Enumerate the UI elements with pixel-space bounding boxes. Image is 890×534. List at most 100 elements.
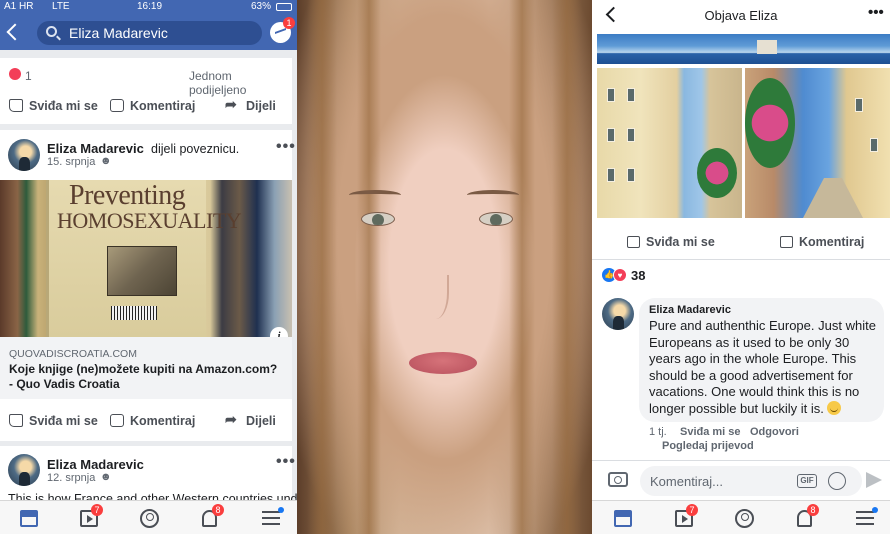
status-bar: A1 HR LTE 16:19 63%: [0, 0, 297, 14]
right-eyebrow: [467, 190, 519, 200]
post-date[interactable]: 15. srpnja: [47, 156, 95, 168]
info-icon[interactable]: i: [270, 327, 288, 337]
book-title-line-2: Homosexuality: [57, 208, 242, 233]
post-header: Objava Eliza •••: [592, 0, 890, 30]
hair-shading: [552, 0, 582, 534]
comment-icon: [780, 236, 793, 248]
avatar[interactable]: [8, 139, 40, 171]
smiley-emoji-icon: [827, 400, 842, 415]
comment-age: 1 tj.: [649, 426, 667, 438]
battery-icon: [276, 3, 292, 11]
text-post: Eliza Madarevic 12. srpnja ☻ ••• This is…: [0, 446, 297, 506]
menu-notification-dot: [872, 507, 878, 513]
search-query: Eliza Madarevic: [69, 25, 168, 41]
book-cover-illustration: [107, 246, 177, 296]
battery-level: 63%: [251, 1, 272, 12]
like-button[interactable]: Sviđa mi se: [627, 235, 715, 249]
window: [627, 88, 635, 102]
reaction-count[interactable]: 38: [631, 268, 645, 283]
share-icon: [225, 96, 240, 113]
love-reaction-icon: ♥: [613, 268, 627, 282]
post-footer: 1 Jednom podijeljeno Sviđa mi se Komenti…: [0, 58, 292, 124]
thumbs-up-icon: [9, 414, 23, 427]
friends-audience-icon: ☻: [100, 155, 112, 167]
notifications-badge: 8: [212, 504, 224, 516]
bottom-tab-bar: 7 8: [0, 500, 297, 534]
like-label: Sviđa mi se: [29, 99, 98, 113]
carrier: A1 HR: [4, 1, 34, 12]
post-verb: dijeli poveznicu.: [151, 142, 240, 156]
like-button[interactable]: Sviđa mi se: [9, 99, 98, 113]
comment-button[interactable]: Komentiraj: [780, 235, 864, 249]
thumbs-up-icon: [9, 99, 23, 112]
post-date[interactable]: 12. srpnja: [47, 472, 95, 484]
left-eye: [361, 212, 395, 226]
share-icon: [225, 411, 240, 428]
post-actions: Sviđa mi se Komentiraj: [592, 226, 890, 260]
see-translation-link[interactable]: Pogledaj prijevod: [662, 440, 754, 452]
right-screenshot-post-detail: Objava Eliza ••• Sviđa mi se Komentiraj …: [592, 0, 890, 534]
commenter-avatar[interactable]: [602, 298, 634, 330]
camera-icon[interactable]: [608, 472, 628, 487]
street-road: [803, 178, 863, 218]
reaction-count[interactable]: 1: [25, 69, 32, 83]
comment-author[interactable]: Eliza Madarevic: [649, 304, 731, 316]
profile-icon[interactable]: [735, 509, 754, 528]
share-button[interactable]: Dijeli: [225, 96, 276, 113]
avatar[interactable]: [8, 454, 40, 486]
emoji-icon[interactable]: [828, 472, 846, 490]
menu-notification-dot: [278, 507, 284, 513]
share-label: Dijeli: [246, 414, 276, 428]
bottom-tab-bar: 7 8: [592, 500, 890, 534]
comment-like-link[interactable]: Sviđa mi se: [680, 426, 741, 438]
thumbs-up-icon: [627, 236, 640, 248]
comment-button[interactable]: Komentiraj: [110, 414, 195, 428]
more-options-icon[interactable]: •••: [276, 138, 296, 156]
reaction-icons[interactable]: 👍 ♥: [602, 268, 632, 282]
post-author[interactable]: Eliza Madarevic: [47, 141, 144, 156]
more-options-icon[interactable]: •••: [276, 453, 296, 471]
love-reaction-icon: [9, 68, 21, 80]
search-input[interactable]: Eliza Madarevic: [37, 21, 262, 45]
link-preview-image[interactable]: Preventing Homosexuality i: [0, 180, 292, 337]
search-icon: [46, 26, 57, 37]
like-button[interactable]: Sviđa mi se: [9, 414, 98, 428]
share-button[interactable]: Dijeli: [225, 411, 276, 428]
street-photo-2[interactable]: [745, 68, 890, 218]
plants: [697, 148, 737, 198]
page-title: Objava Eliza: [704, 8, 778, 23]
profile-icon[interactable]: [140, 509, 159, 528]
send-icon[interactable]: [866, 472, 882, 488]
like-label: Sviđa mi se: [29, 414, 98, 428]
lips: [409, 352, 477, 374]
left-screenshot-search-results: A1 HR LTE 16:19 63% Eliza Madarevic 1 1 …: [0, 0, 297, 534]
news-feed-icon[interactable]: [614, 510, 632, 527]
nose: [427, 275, 449, 319]
more-options-icon[interactable]: •••: [868, 4, 884, 21]
comment-input[interactable]: Komentiraj... GIF: [640, 466, 862, 496]
news-feed-icon[interactable]: [20, 510, 38, 527]
street-photo-1[interactable]: [597, 68, 742, 218]
like-label: Sviđa mi se: [646, 235, 715, 249]
comment-label: Komentiraj: [130, 99, 196, 113]
menu-hamburger-icon[interactable]: [262, 511, 280, 525]
comment-label: Komentiraj: [130, 414, 196, 428]
gif-icon[interactable]: GIF: [797, 474, 817, 488]
hair-shading: [357, 0, 381, 534]
back-chevron-icon[interactable]: [6, 23, 24, 41]
video-badge: 7: [686, 504, 698, 516]
comment-placeholder: Komentiraj...: [650, 474, 723, 489]
comment-body: Pure and authenthic Europe. Just white E…: [649, 318, 876, 416]
window: [855, 98, 863, 112]
post-author[interactable]: Eliza Madarevic: [47, 457, 144, 472]
comment-reply-link[interactable]: Odgovori: [750, 426, 799, 438]
link-title: Koje knjige (ne)možete kupiti na Amazon.…: [9, 362, 278, 391]
menu-hamburger-icon[interactable]: [856, 511, 874, 525]
sea-photo[interactable]: [597, 34, 890, 64]
bougainvillea: [745, 78, 795, 168]
post-actions-2: Sviđa mi se Komentiraj Dijeli: [0, 403, 292, 441]
book-cover: Preventing Homosexuality: [46, 180, 242, 337]
link-preview-text[interactable]: QUOVADISCROATIA.COM Koje knjige (ne)može…: [0, 337, 292, 399]
comment-button[interactable]: Komentiraj: [110, 99, 195, 113]
comment-text: Pure and authenthic Europe. Just white E…: [649, 318, 881, 417]
